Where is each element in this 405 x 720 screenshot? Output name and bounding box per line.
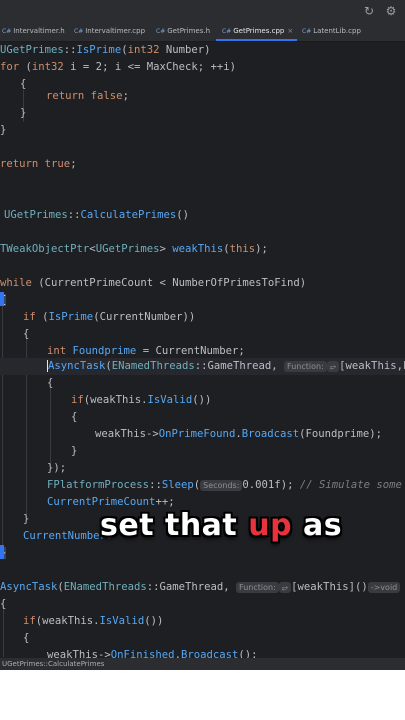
cpp-file-icon: C# <box>74 28 84 35</box>
code-line: UGetPrimes::CalculatePrimes() <box>4 209 189 221</box>
code-line: CurrentNumber+ <box>23 530 113 542</box>
tab-intervaltimer-h[interactable]: C# Intervaltimer.h <box>2 22 65 41</box>
title-bar: ↻ ⚙ <box>0 0 405 22</box>
code-line: if(weakThis.IsValid()) <box>71 394 212 406</box>
code-editor[interactable]: UGetPrimes::IsPrime(int32 Number) for (i… <box>0 42 405 658</box>
code-line: return true; <box>0 158 77 170</box>
lambda-icon: ⥂ <box>278 582 292 593</box>
tab-label: GetPrimes.cpp <box>233 27 285 35</box>
tab-label: Intervaltimer.h <box>13 27 65 35</box>
editor-tab-bar: C# Intervaltimer.h C# Intervaltimer.cpp C#… <box>0 22 405 42</box>
code-line: } <box>0 124 7 136</box>
tab-label: Intervaltimer.cpp <box>85 27 146 35</box>
code-line: { <box>0 598 7 610</box>
refresh-icon[interactable]: ↻ <box>361 3 377 19</box>
code-line: return false; <box>46 90 129 102</box>
gutter-change-marker <box>0 545 4 559</box>
parameter-hint: Function: <box>236 582 279 593</box>
return-type-hint: ->void <box>367 582 401 593</box>
cpp-file-icon: C# <box>156 28 166 35</box>
code-line: } <box>71 445 78 457</box>
tab-getprimes-cpp[interactable]: C# GetPrimes.cpp × <box>215 22 298 41</box>
close-icon[interactable]: × <box>287 27 293 35</box>
code-line: { <box>23 632 30 644</box>
code-line: weakThis->OnPrimeFound.Broadcast(Foundpr… <box>95 428 383 440</box>
tab-label: GetPrimes.h <box>167 27 211 35</box>
code-line: for (int32 i = 2; i <= MaxCheck; ++i) <box>0 61 237 73</box>
code-line: if(weakThis.IsValid()) <box>23 615 164 627</box>
code-line: { <box>47 377 54 389</box>
code-line: { <box>20 78 27 90</box>
gutter-change-marker <box>0 292 4 306</box>
code-line: AsyncTask(ENamedThreads::GameThread, Fun… <box>0 579 401 596</box>
tab-latentlib-cpp[interactable]: C# LatentLib.cpp <box>302 22 361 41</box>
code-line: { <box>23 328 30 340</box>
tab-label: LatentLib.cpp <box>313 27 361 35</box>
indent-guide <box>50 388 51 466</box>
code-line: TWeakObjectPtr<UGetPrimes> weakThis(this… <box>0 243 268 255</box>
code-line: } <box>20 107 27 119</box>
cpp-file-icon: C# <box>222 28 232 35</box>
code-line: weakThis->OnFinished.Broadcast(); <box>47 649 258 658</box>
status-breadcrumb[interactable]: UGetPrimes::CalculatePrimes <box>0 658 405 670</box>
code-line: FPlatformProcess::Sleep(Seconds: 0.001f);… <box>47 479 402 491</box>
code-line: UGetPrimes::IsPrime(int32 Number) <box>0 44 211 56</box>
tab-intervaltimer-cpp[interactable]: C# Intervaltimer.cpp <box>74 22 145 41</box>
lambda-icon: ⥂ <box>326 361 340 372</box>
indent-guide <box>3 607 4 657</box>
cpp-file-icon: C# <box>2 28 12 35</box>
code-line: } <box>23 513 30 525</box>
cpp-file-icon: C# <box>302 28 312 35</box>
code-line: { <box>71 411 78 423</box>
video-caption: set that up as <box>100 508 343 543</box>
parameter-hint: Function: <box>284 361 327 372</box>
parameter-hint: Seconds: <box>200 480 243 491</box>
code-line: if (IsPrime(CurrentNumber)) <box>23 311 196 323</box>
tab-getprimes-h[interactable]: C# GetPrimes.h <box>156 22 210 41</box>
code-line: AsyncTask(ENamedThreads::GameThread, Fun… <box>47 360 405 372</box>
bottom-panel <box>0 670 405 720</box>
settings-icon[interactable]: ⚙ <box>383 3 399 19</box>
code-line: }); <box>47 462 67 474</box>
indent-guide <box>2 304 3 551</box>
code-line: while (CurrentPrimeCount < NumberOfPrime… <box>0 277 307 289</box>
